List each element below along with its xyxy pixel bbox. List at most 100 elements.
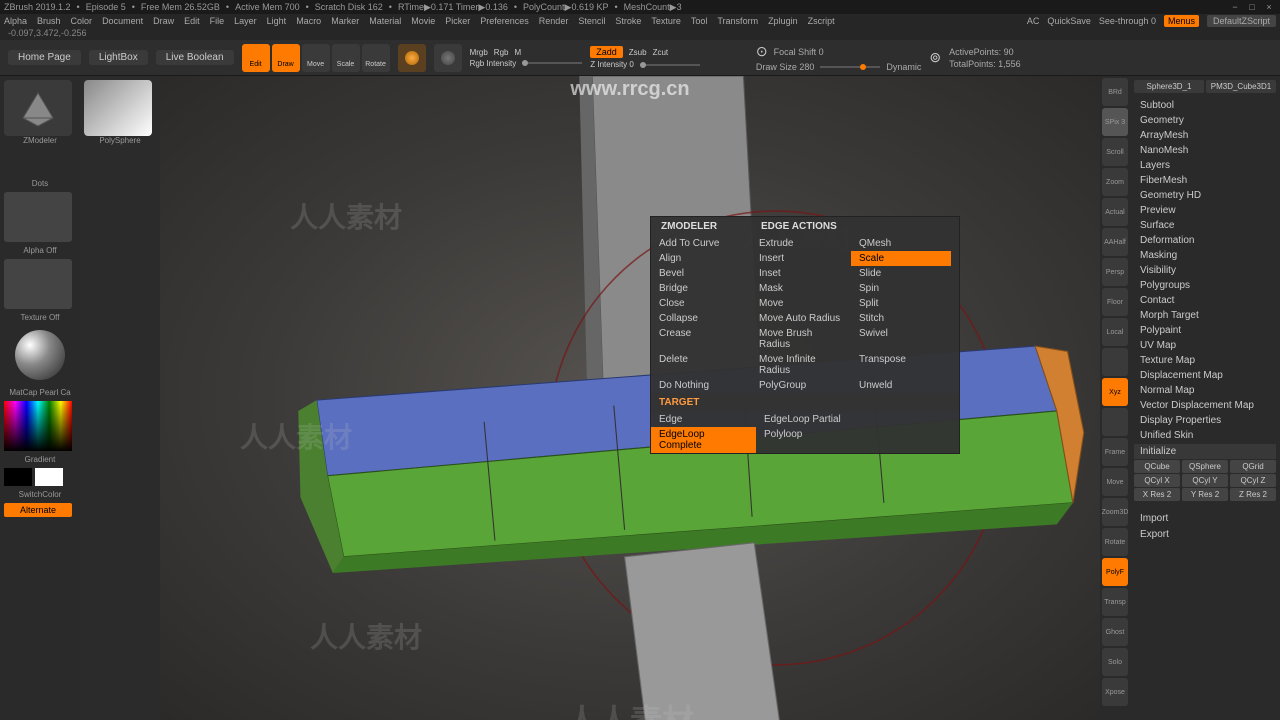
- menu-material[interactable]: Material: [369, 16, 401, 26]
- panel-polygroups[interactable]: Polygroups: [1134, 278, 1276, 293]
- panel-visibility[interactable]: Visibility: [1134, 263, 1276, 278]
- zmodeler-action-delete[interactable]: Delete: [651, 352, 751, 378]
- panel-unified-skin[interactable]: Unified Skin: [1134, 428, 1276, 443]
- panel-fibermesh[interactable]: FiberMesh: [1134, 173, 1276, 188]
- rtool-brd[interactable]: BRd: [1102, 78, 1128, 106]
- menus-button[interactable]: Menus: [1164, 15, 1199, 27]
- zmodeler-brush[interactable]: [4, 80, 72, 136]
- panel-deformation[interactable]: Deformation: [1134, 233, 1276, 248]
- alpha-swatch[interactable]: [4, 192, 72, 242]
- init-qsphere[interactable]: QSphere: [1182, 460, 1228, 473]
- zmodeler-action-slide[interactable]: Slide: [851, 266, 951, 281]
- menu-alpha[interactable]: Alpha: [4, 16, 27, 26]
- panel-morph-target[interactable]: Morph Target: [1134, 308, 1276, 323]
- menu-zplugin[interactable]: Zplugin: [768, 16, 798, 26]
- panel-nanomesh[interactable]: NanoMesh: [1134, 143, 1276, 158]
- menu-picker[interactable]: Picker: [445, 16, 470, 26]
- rtool-xyz[interactable]: Xyz: [1102, 378, 1128, 406]
- zmodeler-action-mask[interactable]: Mask: [751, 281, 851, 296]
- quicksave-button[interactable]: QuickSave: [1047, 16, 1091, 26]
- dots-stroke[interactable]: Dots: [4, 179, 76, 188]
- rtool-move[interactable]: Move: [1102, 468, 1128, 496]
- zmodeler-target-edgeloop-partial[interactable]: EdgeLoop Partial: [756, 412, 856, 427]
- menu-marker[interactable]: Marker: [331, 16, 359, 26]
- init-qcyl-z[interactable]: QCyl Z: [1230, 474, 1276, 487]
- panel-display-properties[interactable]: Display Properties: [1134, 413, 1276, 428]
- rtool-scroll[interactable]: Scroll: [1102, 138, 1128, 166]
- rtool-local[interactable]: Local: [1102, 318, 1128, 346]
- sculptris-button[interactable]: [434, 44, 462, 72]
- rtool-spix-3[interactable]: SPix 3: [1102, 108, 1128, 136]
- viewport[interactable]: www.rrcg.cn 人人素材 人人素材 人人素材 人人素材 人人素材 ZMO…: [160, 76, 1100, 720]
- z-intensity-slider[interactable]: [640, 64, 700, 66]
- rtool-zoom3d[interactable]: Zoom3D: [1102, 498, 1128, 526]
- zmodeler-action-bridge[interactable]: Bridge: [651, 281, 751, 296]
- zmodeler-action-spin[interactable]: Spin: [851, 281, 951, 296]
- menu-stencil[interactable]: Stencil: [578, 16, 605, 26]
- zmodeler-action-move-auto-radius[interactable]: Move Auto Radius: [751, 311, 851, 326]
- init-qgrid[interactable]: QGrid: [1230, 460, 1276, 473]
- zmodeler-action-close[interactable]: Close: [651, 296, 751, 311]
- draw-size-slider[interactable]: [820, 66, 880, 68]
- zmodeler-action-transpose[interactable]: Transpose: [851, 352, 951, 378]
- tool-tab-2[interactable]: PM3D_Cube3D1: [1206, 80, 1276, 93]
- menu-color[interactable]: Color: [71, 16, 93, 26]
- panel-polypaint[interactable]: Polypaint: [1134, 323, 1276, 338]
- zmodeler-action-do-nothing[interactable]: Do Nothing: [651, 378, 751, 393]
- menu-layer[interactable]: Layer: [234, 16, 257, 26]
- scale-mode-button[interactable]: Scale: [332, 44, 360, 72]
- panel-layers[interactable]: Layers: [1134, 158, 1276, 173]
- rgb-intensity-slider[interactable]: [522, 62, 582, 64]
- zmodeler-target-polyloop[interactable]: Polyloop: [756, 427, 856, 453]
- zmodeler-action-qmesh[interactable]: QMesh: [851, 236, 951, 251]
- zmodeler-action-move-brush-radius[interactable]: Move Brush Radius: [751, 326, 851, 352]
- zmodeler-action-extrude[interactable]: Extrude: [751, 236, 851, 251]
- menu-render[interactable]: Render: [539, 16, 569, 26]
- menu-zscript[interactable]: Zscript: [808, 16, 835, 26]
- zmodeler-action-swivel[interactable]: Swivel: [851, 326, 951, 352]
- zmodeler-action-stitch[interactable]: Stitch: [851, 311, 951, 326]
- rtool-rotate[interactable]: Rotate: [1102, 528, 1128, 556]
- menu-tool[interactable]: Tool: [691, 16, 708, 26]
- rtool-persp[interactable]: Persp: [1102, 258, 1128, 286]
- rtool-ghost[interactable]: Ghost: [1102, 618, 1128, 646]
- init-qcube[interactable]: QCube: [1134, 460, 1180, 473]
- zmodeler-action-polygroup[interactable]: PolyGroup: [751, 378, 851, 393]
- close-icon[interactable]: ×: [1262, 2, 1276, 12]
- lightbox-button[interactable]: LightBox: [89, 50, 148, 65]
- export-button[interactable]: Export: [1134, 527, 1276, 542]
- rotate-mode-button[interactable]: Rotate: [362, 44, 390, 72]
- minimize-icon[interactable]: −: [1228, 2, 1242, 12]
- zadd-button[interactable]: Zadd: [590, 46, 623, 58]
- zmodeler-action-insert[interactable]: Insert: [751, 251, 851, 266]
- menu-edit[interactable]: Edit: [184, 16, 200, 26]
- gizmo-button[interactable]: [398, 44, 426, 72]
- maximize-icon[interactable]: □: [1245, 2, 1259, 12]
- rtool-xpose[interactable]: Xpose: [1102, 678, 1128, 706]
- menu-preferences[interactable]: Preferences: [480, 16, 529, 26]
- home-page-button[interactable]: Home Page: [8, 50, 81, 65]
- zmodeler-action-move[interactable]: Move: [751, 296, 851, 311]
- initialize-section[interactable]: Initialize: [1134, 444, 1276, 459]
- panel-geometry[interactable]: Geometry: [1134, 113, 1276, 128]
- rtool-aahalf[interactable]: AAHalf: [1102, 228, 1128, 256]
- rtool-transp[interactable]: Transp: [1102, 588, 1128, 616]
- panel-arraymesh[interactable]: ArrayMesh: [1134, 128, 1276, 143]
- zmodeler-target-edgeloop-complete[interactable]: EdgeLoop Complete: [651, 427, 756, 453]
- seethrough-slider[interactable]: See-through 0: [1099, 16, 1156, 26]
- panel-surface[interactable]: Surface: [1134, 218, 1276, 233]
- rtool-blank[interactable]: [1102, 408, 1128, 436]
- panel-contact[interactable]: Contact: [1134, 293, 1276, 308]
- init-x-res-2[interactable]: X Res 2: [1134, 488, 1180, 501]
- zmodeler-action-bevel[interactable]: Bevel: [651, 266, 751, 281]
- menu-macro[interactable]: Macro: [296, 16, 321, 26]
- rtool-zoom[interactable]: Zoom: [1102, 168, 1128, 196]
- rtool-actual[interactable]: Actual: [1102, 198, 1128, 226]
- alternate-button[interactable]: Alternate: [4, 503, 72, 517]
- zmodeler-action-move-infinite-radius[interactable]: Move Infinite Radius: [751, 352, 851, 378]
- draw-mode-button[interactable]: Draw: [272, 44, 300, 72]
- menu-stroke[interactable]: Stroke: [615, 16, 641, 26]
- menu-draw[interactable]: Draw: [153, 16, 174, 26]
- menu-brush[interactable]: Brush: [37, 16, 61, 26]
- rtool-frame[interactable]: Frame: [1102, 438, 1128, 466]
